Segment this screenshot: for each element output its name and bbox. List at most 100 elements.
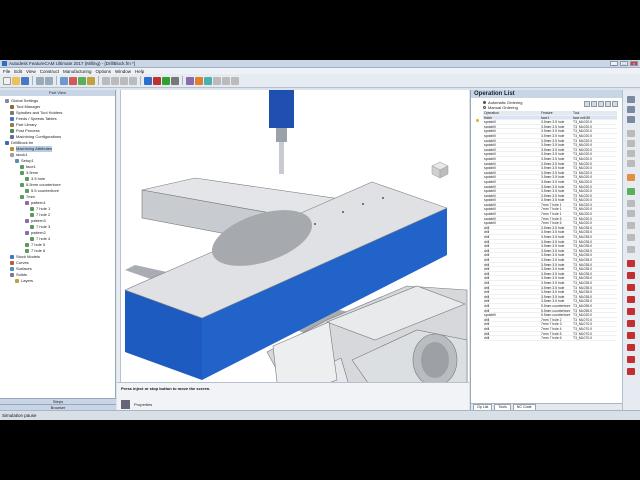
spindle xyxy=(269,90,294,128)
select-icon[interactable] xyxy=(60,76,68,85)
feature-cell: 7mm 7 hole 2 xyxy=(541,317,562,322)
window-controls: _ □ × xyxy=(610,61,638,66)
close-button[interactable]: × xyxy=(630,61,638,66)
hole-icon xyxy=(25,243,29,247)
header-feature[interactable]: Feature xyxy=(541,111,573,115)
header-tool[interactable]: Tool xyxy=(573,111,617,115)
menu-view[interactable]: View xyxy=(26,69,36,74)
view-right-icon[interactable] xyxy=(129,76,137,85)
simulate-icon[interactable] xyxy=(144,76,152,85)
nc-code-icon[interactable] xyxy=(186,76,194,85)
section-icon[interactable] xyxy=(627,200,635,207)
maximize-button[interactable]: □ xyxy=(620,61,628,66)
operation-cell: drill xyxy=(484,248,490,253)
feature-cell: 7mm 7 hole 1 xyxy=(541,207,562,212)
tree-item[interactable]: Layers xyxy=(0,278,115,284)
chamfer-icon[interactable] xyxy=(627,344,635,351)
wireframe-icon[interactable] xyxy=(627,96,635,103)
step-icon[interactable] xyxy=(171,76,179,85)
vise-simulation-graphic xyxy=(124,90,468,420)
new-file-icon[interactable] xyxy=(3,76,11,85)
geometry-icon[interactable] xyxy=(69,76,77,85)
menu-window[interactable]: Window xyxy=(115,69,131,74)
tool-cell: T3_ML020.0 xyxy=(573,129,593,133)
snap-icon[interactable] xyxy=(627,246,635,253)
operation-cell: drill xyxy=(484,294,490,299)
feature-cell: 3.5mm 3.5 hole xyxy=(541,258,565,262)
line-icon[interactable] xyxy=(627,272,635,279)
menu-construct[interactable]: Construct xyxy=(40,69,59,74)
view-front-icon[interactable] xyxy=(120,76,128,85)
save-icon[interactable] xyxy=(21,76,29,85)
prompt-message: Press inject or stop button to move the … xyxy=(121,386,211,391)
properties-row[interactable]: Properties xyxy=(121,400,152,409)
minimize-button[interactable]: _ xyxy=(610,61,618,66)
open-file-icon[interactable] xyxy=(12,76,20,85)
feature-cell: 3.5mm 3.5 hole xyxy=(541,267,565,271)
operation-cell: spotdrill xyxy=(484,193,496,198)
table-row[interactable]: drill 7mm 7 hole 6 T3_ML070.0 xyxy=(483,336,617,341)
zoom-out-icon[interactable] xyxy=(627,160,635,167)
menu-help[interactable]: Help xyxy=(135,69,144,74)
redo-icon[interactable] xyxy=(45,76,53,85)
point-icon[interactable] xyxy=(627,260,635,267)
view-top-icon[interactable] xyxy=(111,76,119,85)
rotate-icon[interactable] xyxy=(231,76,239,85)
move-up-icon[interactable] xyxy=(584,101,590,107)
arc-icon[interactable] xyxy=(627,284,635,291)
menu-file[interactable]: File xyxy=(3,69,10,74)
toolpath-display-icon[interactable] xyxy=(627,174,635,181)
operation-cell: drill xyxy=(484,280,490,285)
measure-icon[interactable] xyxy=(627,188,635,195)
circle-icon[interactable] xyxy=(627,296,635,303)
viewcube-icon[interactable] xyxy=(431,161,449,179)
stock-icon xyxy=(10,153,14,157)
toolpath-icon[interactable] xyxy=(195,76,203,85)
feature-cell: 3.5mm 3.5 hole xyxy=(541,147,565,152)
move-down-icon[interactable] xyxy=(591,101,597,107)
spline-icon[interactable] xyxy=(627,308,635,315)
feature-icon[interactable] xyxy=(87,76,95,85)
zoom-box-icon[interactable] xyxy=(627,140,635,147)
view-iso-icon[interactable] xyxy=(102,76,110,85)
polygon-icon[interactable] xyxy=(627,332,635,339)
feature-cell: 3.5mm 3.5 hole xyxy=(541,290,565,294)
tool-cell: T3_ML035.0 xyxy=(573,267,593,271)
ucs-icon[interactable] xyxy=(627,234,635,241)
stock-view-icon[interactable] xyxy=(204,76,212,85)
status-bar: Simulation pause xyxy=(0,410,640,420)
curve-tool-icon[interactable] xyxy=(78,76,86,85)
menu-edit[interactable]: Edit xyxy=(14,69,22,74)
operation-cell: spotdrill xyxy=(484,147,496,152)
rectangle-icon[interactable] xyxy=(627,320,635,327)
play-icon[interactable] xyxy=(162,76,170,85)
operation-cell: drill xyxy=(484,276,490,280)
zoom-in-icon[interactable] xyxy=(627,150,635,157)
pan-icon[interactable] xyxy=(222,76,230,85)
delete-icon[interactable] xyxy=(598,101,604,107)
manual-ordering-radio[interactable]: Manual Ordering xyxy=(483,105,522,110)
undo-icon[interactable] xyxy=(36,76,44,85)
stop-icon[interactable] xyxy=(153,76,161,85)
options-icon[interactable] xyxy=(605,101,611,107)
manual-ordering-label: Manual Ordering xyxy=(488,105,518,110)
feature-cell: 3.5mm 3.5 hole xyxy=(541,299,565,303)
header-operation[interactable]: Operation xyxy=(483,111,541,115)
operation-cell: spotdrill xyxy=(484,202,496,207)
menu-options[interactable]: Options xyxy=(96,69,112,74)
menu-manufacturing[interactable]: Manufacturing xyxy=(63,69,92,74)
shaded-icon[interactable] xyxy=(627,106,635,113)
featurecam-window: Autodesk FeatureCAM Ultimate 2017 (Milli… xyxy=(0,60,640,420)
tool-cell: T3_ML035.0 xyxy=(573,225,593,230)
feature-cell: 3.5mm 3.5 hole xyxy=(541,133,565,138)
app-logo-icon xyxy=(2,61,7,66)
fit-view-icon[interactable] xyxy=(627,130,635,137)
refresh-icon[interactable] xyxy=(612,101,618,107)
trim-icon[interactable] xyxy=(627,368,635,375)
layer-tool-icon[interactable] xyxy=(627,222,635,229)
grid-icon[interactable] xyxy=(627,210,635,217)
3d-viewport[interactable] xyxy=(117,90,469,420)
zoom-icon[interactable] xyxy=(213,76,221,85)
fillet-icon[interactable] xyxy=(627,356,635,363)
hidden-line-icon[interactable] xyxy=(627,116,635,123)
